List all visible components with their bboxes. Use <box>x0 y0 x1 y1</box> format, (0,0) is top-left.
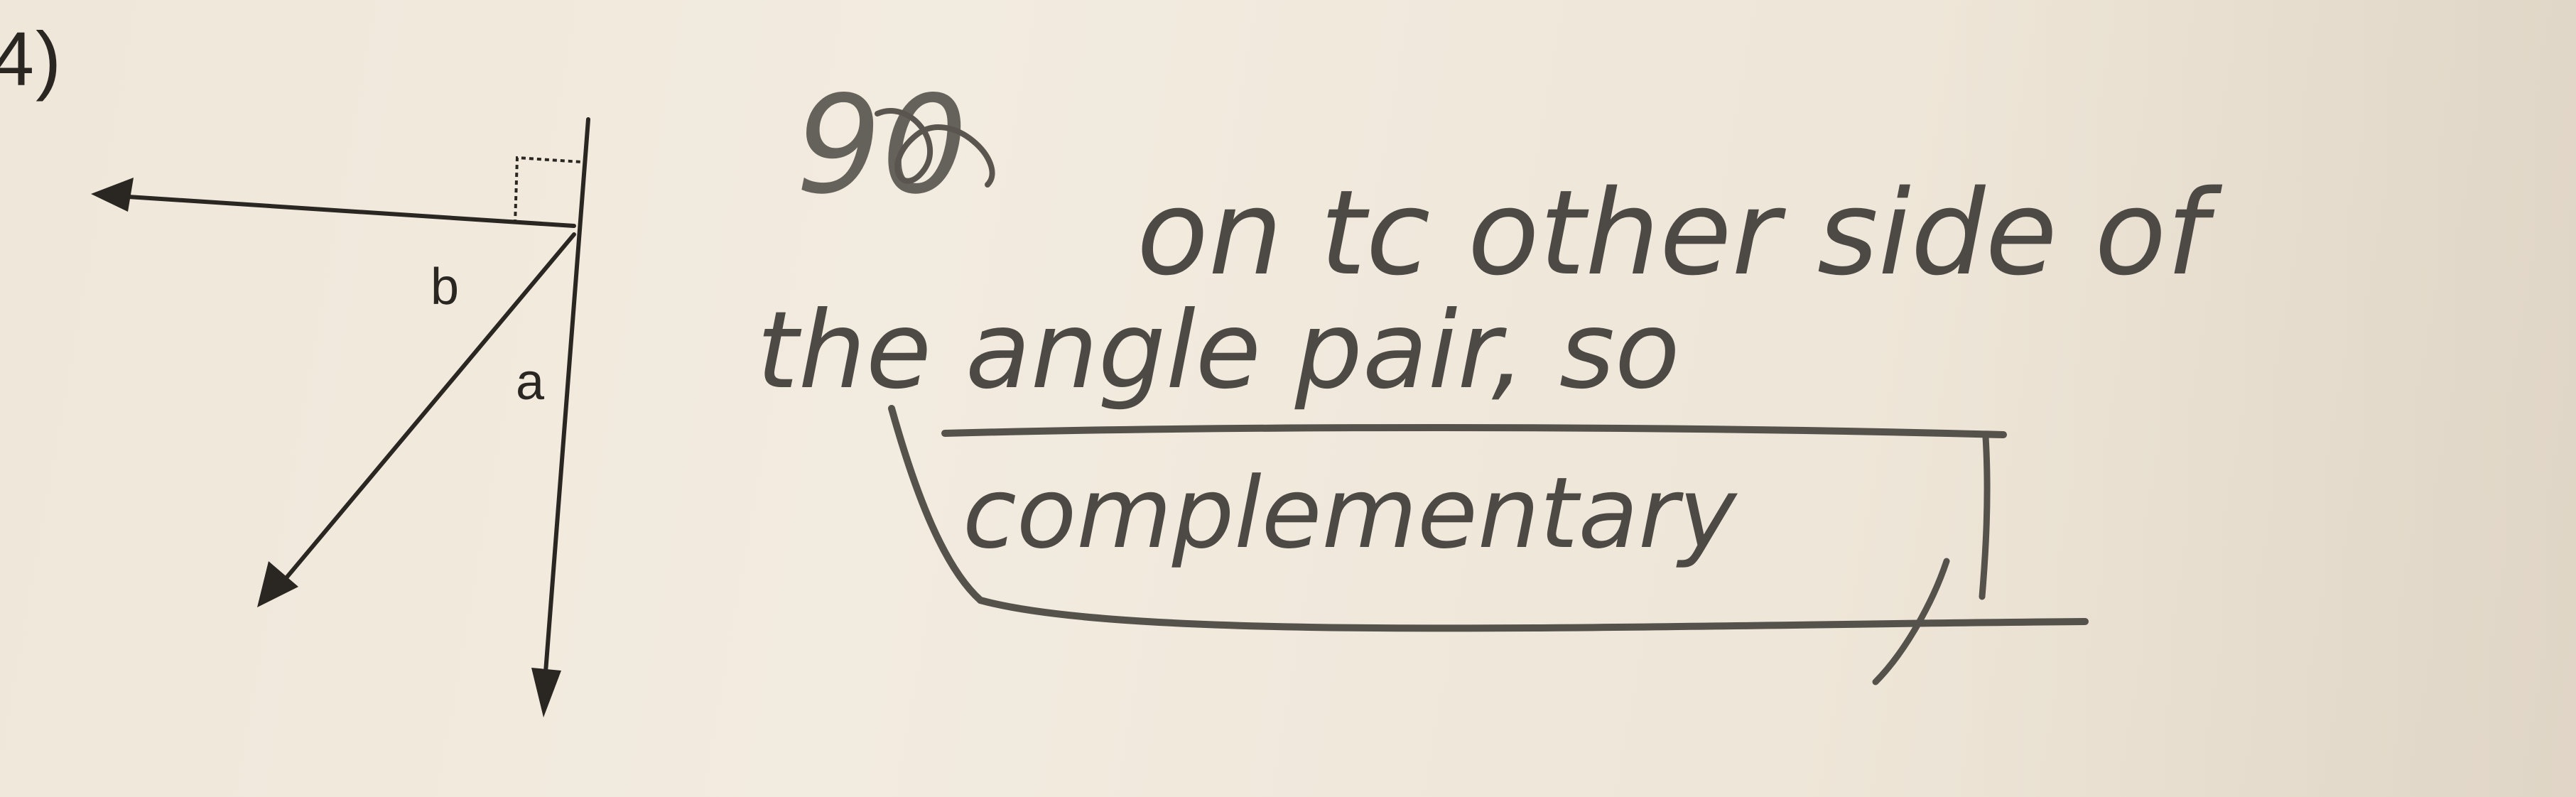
answer-box-right-edge <box>1979 433 1991 600</box>
handwritten-notes: 90 on tc other side of the angle pair, s… <box>757 67 2222 685</box>
line-2-underline <box>941 424 2007 438</box>
answer-complementary: complementary <box>963 456 1738 570</box>
scribbled-ninety: 90 <box>796 67 968 224</box>
worksheet-photo: 4) b a 90 on tc other side of the angle … <box>0 0 2576 797</box>
note-line-2: the angle pair, so <box>757 289 1680 413</box>
note-line-1: on tc other side of <box>1137 165 2222 301</box>
